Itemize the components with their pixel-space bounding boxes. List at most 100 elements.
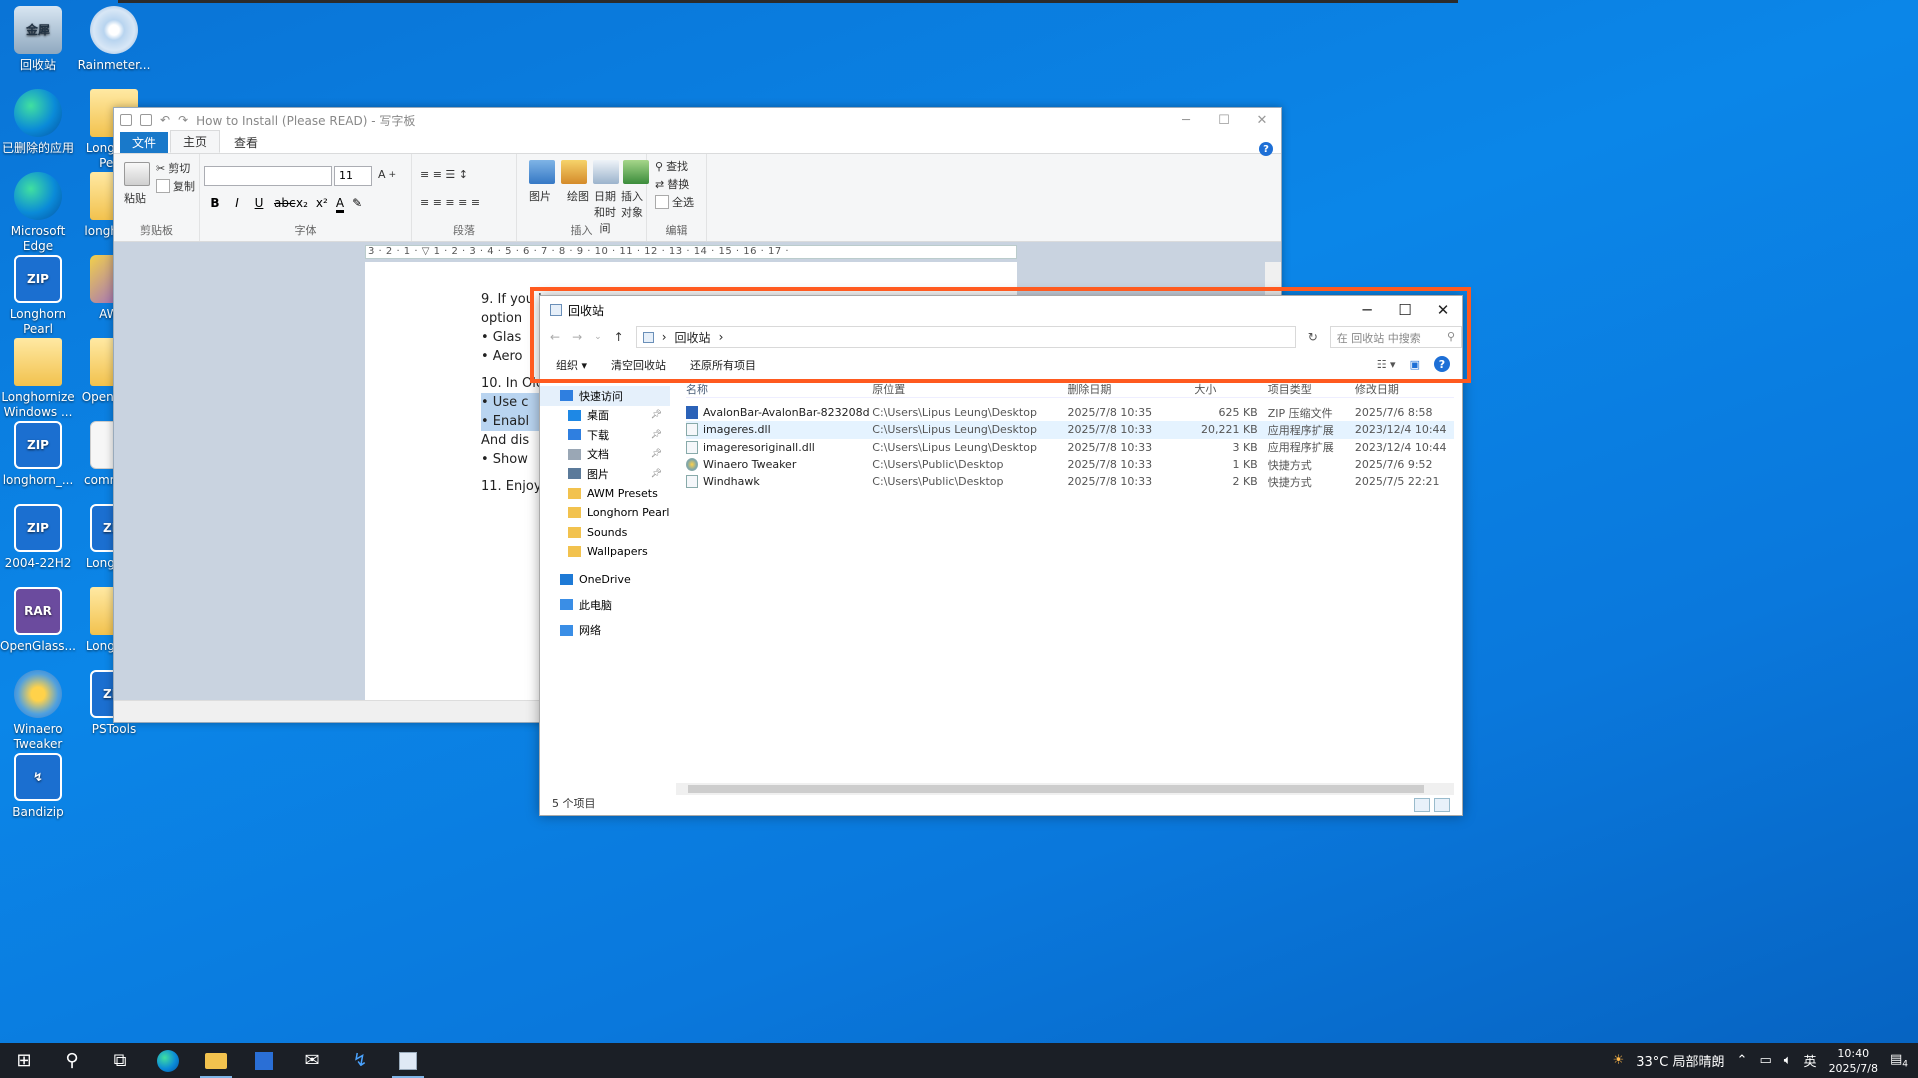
taskbar-mail[interactable]: ✉ <box>288 1043 336 1078</box>
desktop-icon[interactable]: Longhornize Windows ... <box>0 338 78 420</box>
recent-icon[interactable]: ⌄ <box>594 332 602 342</box>
desktop-icon[interactable]: 已删除的应用 <box>0 89 78 156</box>
font-size-select[interactable]: 11 <box>334 166 372 186</box>
superscript-button[interactable]: x² <box>316 196 328 213</box>
nav-item[interactable]: 桌面 📌︎ <box>540 406 670 426</box>
file-row[interactable]: imageresoriginall.dll C:\Users\Lipus Leun… <box>686 439 1454 456</box>
chevron-up-icon[interactable]: ⌃ <box>1737 1053 1748 1068</box>
task-view-button[interactable]: ⧉ <box>96 1043 144 1078</box>
paint-icon[interactable] <box>561 160 587 184</box>
refresh-icon[interactable]: ↻ <box>1308 330 1318 344</box>
desktop-icon[interactable]: Winaero Tweaker <box>0 670 78 752</box>
column-header[interactable]: 删除日期 <box>1067 381 1186 397</box>
address-bar[interactable]: › 回收站 › <box>635 326 1296 348</box>
nav-item[interactable]: Longhorn Pearl <box>540 503 670 523</box>
minimize-button[interactable]: ─ <box>1167 108 1205 132</box>
strikethrough-button[interactable]: abc <box>274 196 296 213</box>
taskbar-file-explorer[interactable] <box>192 1043 240 1078</box>
clock[interactable]: 10:40 2025/7/8 <box>1829 1046 1878 1076</box>
font-family-select[interactable] <box>204 166 332 186</box>
paste-icon[interactable] <box>124 162 150 186</box>
minimize-button[interactable]: ─ <box>1348 296 1386 324</box>
wordpad-titlebar[interactable]: ↶ ↷ How to Install (Please READ) - 写字板 <box>114 108 1281 132</box>
weather-widget[interactable]: 33°C 局部晴朗 <box>1636 1051 1724 1070</box>
desktop-icon[interactable]: ↯ Bandizip <box>0 753 78 820</box>
subscript-button[interactable]: x₂ <box>296 196 308 213</box>
help-icon[interactable]: ? <box>1259 142 1273 156</box>
scrollbar-thumb[interactable] <box>688 785 1424 793</box>
insert-object-icon[interactable] <box>623 160 649 184</box>
preview-pane-icon[interactable]: ▣ <box>1410 358 1420 371</box>
taskbar-edge[interactable] <box>144 1043 192 1078</box>
highlight-button[interactable]: ✎ <box>352 196 362 213</box>
paste-button[interactable]: 粘贴 <box>124 190 146 206</box>
nav-item[interactable]: AWM Presets <box>540 484 670 504</box>
nav-item[interactable]: 下载 📌︎ <box>540 425 670 445</box>
desktop-icon[interactable]: ZIP 2004-22H2 <box>0 504 78 571</box>
volume-icon[interactable]: 🔈︎ <box>1784 1053 1792 1068</box>
column-header[interactable]: 大小 <box>1186 381 1257 397</box>
tab-view[interactable]: 查看 <box>222 132 270 153</box>
desktop-icon[interactable]: RAR OpenGlass... <box>0 587 78 654</box>
maximize-button[interactable]: ☐ <box>1386 296 1424 324</box>
search-button[interactable]: ⚲ <box>48 1043 96 1078</box>
taskbar-store[interactable] <box>240 1043 288 1078</box>
datetime-icon[interactable] <box>593 160 619 184</box>
underline-button[interactable]: U <box>252 196 266 213</box>
align-buttons[interactable]: ≡ ≡ ≡ ≡ ≡ <box>420 196 480 209</box>
search-input[interactable]: 在 回收站 中搜索 ⚲ <box>1329 326 1462 348</box>
undo-icon[interactable]: ↶ <box>160 113 170 127</box>
back-icon[interactable]: ← <box>550 330 560 344</box>
italic-button[interactable]: I <box>230 196 244 213</box>
breadcrumb[interactable]: 回收站 <box>675 329 711 346</box>
column-header[interactable]: 修改日期 <box>1355 381 1454 397</box>
picture-icon[interactable] <box>529 160 555 184</box>
nav-item[interactable]: 网络 <box>540 621 670 641</box>
empty-recycle-bin-button[interactable]: 清空回收站 <box>611 357 666 373</box>
desktop-icon[interactable]: Rainmeter... <box>74 6 154 73</box>
list-buttons[interactable]: ≡ ≡ ☰ ↕ <box>420 168 468 181</box>
explorer-titlebar[interactable]: 回收站 <box>540 296 1462 324</box>
select-all-button[interactable]: 全选 <box>655 194 694 210</box>
nav-item[interactable]: Wallpapers <box>540 542 670 562</box>
nav-item[interactable]: 图片 📌︎ <box>540 464 670 484</box>
close-button[interactable]: ✕ <box>1424 296 1462 324</box>
taskbar-bandizip[interactable]: ↯ <box>336 1043 384 1078</box>
desktop-icon[interactable]: 金犀 回收站 <box>0 6 78 73</box>
column-header[interactable]: 项目类型 <box>1258 381 1355 397</box>
desktop-icon[interactable]: Microsoft Edge <box>0 172 78 254</box>
large-icons-view-button[interactable] <box>1434 798 1450 812</box>
nav-item[interactable]: 快速访问 <box>540 386 670 406</box>
grow-font-button[interactable]: A + <box>378 168 396 181</box>
save-icon[interactable] <box>140 114 152 126</box>
start-button[interactable]: ⊞ <box>0 1043 48 1078</box>
font-color-button[interactable]: A <box>335 196 345 213</box>
restore-all-button[interactable]: 还原所有项目 <box>690 357 756 373</box>
picture-button[interactable]: 图片 <box>529 188 551 204</box>
file-row[interactable]: imageres.dll C:\Users\Lipus Leung\Desktop… <box>686 421 1454 439</box>
column-header[interactable]: 名称 <box>686 381 872 397</box>
replace-button[interactable]: ⇄ 替换 <box>655 176 689 192</box>
forward-icon[interactable]: → <box>572 330 582 344</box>
network-icon[interactable]: ▭ <box>1759 1053 1771 1068</box>
view-options-icon[interactable]: ☷ ▾ <box>1377 358 1396 371</box>
find-button[interactable]: ⚲ 查找 <box>655 158 688 174</box>
nav-item[interactable]: 文档 📌︎ <box>540 445 670 465</box>
copy-button[interactable]: 复制 <box>156 178 195 194</box>
nav-item[interactable]: 此电脑 <box>540 595 670 615</box>
redo-icon[interactable]: ↷ <box>178 113 188 127</box>
file-row[interactable]: Winaero Tweaker C:\Users\Public\Desktop 20… <box>686 456 1454 473</box>
paint-button[interactable]: 绘图 <box>567 188 589 204</box>
nav-item[interactable]: Sounds <box>540 523 670 543</box>
desktop-icon[interactable]: ZIP Longhorn Pearl <box>0 255 78 337</box>
ruler[interactable]: 3 · 2 · 1 · ▽ 1 · 2 · 3 · 4 · 5 · 6 · 7 … <box>114 242 1281 262</box>
nav-item[interactable]: OneDrive <box>540 570 670 590</box>
help-icon[interactable]: ? <box>1434 356 1450 372</box>
file-row[interactable]: Windhawk C:\Users\Public\Desktop 2025/7/8 … <box>686 473 1454 490</box>
horizontal-scrollbar[interactable] <box>676 783 1454 795</box>
maximize-button[interactable]: ☐ <box>1205 108 1243 132</box>
cut-button[interactable]: ✂ 剪切 <box>156 160 190 176</box>
bold-button[interactable]: B <box>208 196 222 213</box>
notification-center-icon[interactable]: ▤4 <box>1890 1052 1908 1070</box>
desktop-icon[interactable]: ZIP longhorn_... <box>0 421 78 488</box>
